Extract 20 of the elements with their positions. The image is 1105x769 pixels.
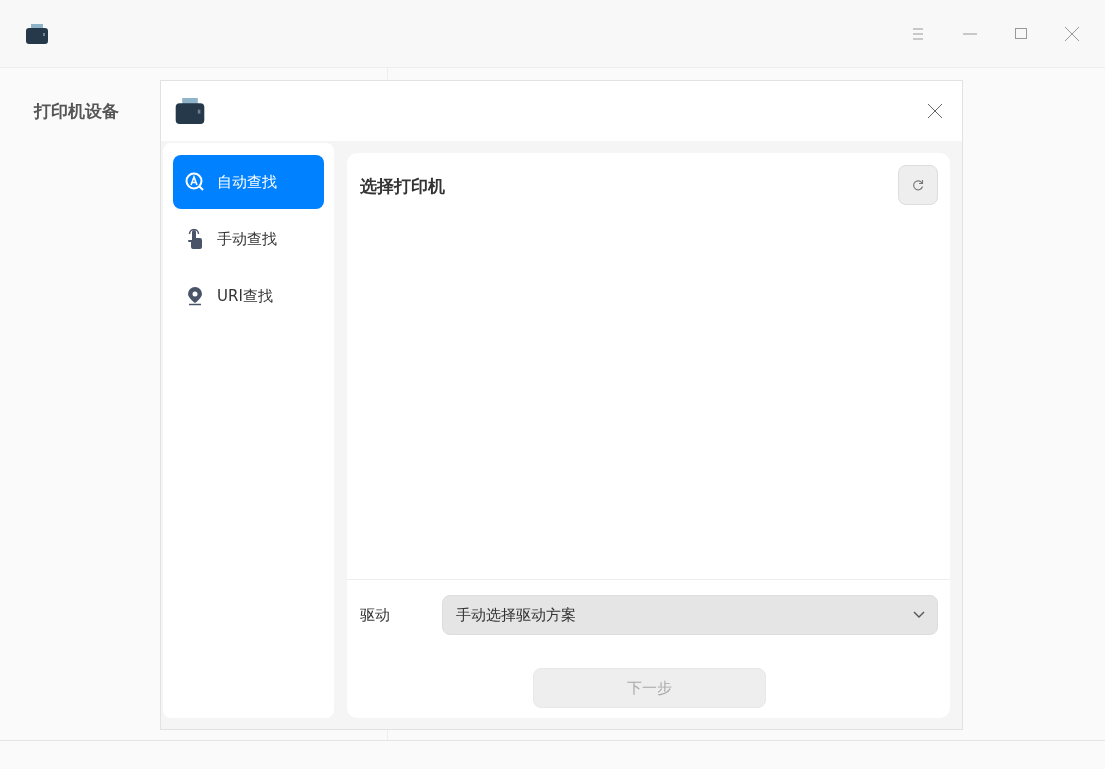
close-icon[interactable] — [928, 104, 942, 118]
nav-item[interactable]: 手动查找 — [173, 212, 324, 266]
driver-label: 驱动 — [360, 605, 391, 625]
hand-pointer-icon — [185, 229, 205, 249]
location-pin-icon — [185, 286, 205, 306]
search-a-icon — [185, 172, 205, 192]
menu-icon[interactable] — [911, 27, 925, 40]
maximize-icon[interactable] — [1015, 28, 1027, 39]
panel-title: 选择打印机 — [360, 175, 445, 198]
driver-dropdown[interactable]: 手动选择驱动方案 — [442, 595, 938, 635]
refresh-button[interactable] — [898, 165, 938, 205]
chevron-down-icon — [913, 611, 925, 619]
printer-icon — [26, 23, 48, 44]
nav-item[interactable]: URI查找 — [173, 269, 324, 323]
nav-item[interactable]: 自动查找 — [173, 155, 324, 209]
close-icon[interactable] — [1065, 26, 1079, 41]
refresh-icon — [912, 179, 924, 191]
printer-icon — [175, 98, 205, 124]
minimize-icon[interactable] — [963, 32, 977, 35]
sidebar-heading: 打印机设备 — [34, 101, 119, 121]
